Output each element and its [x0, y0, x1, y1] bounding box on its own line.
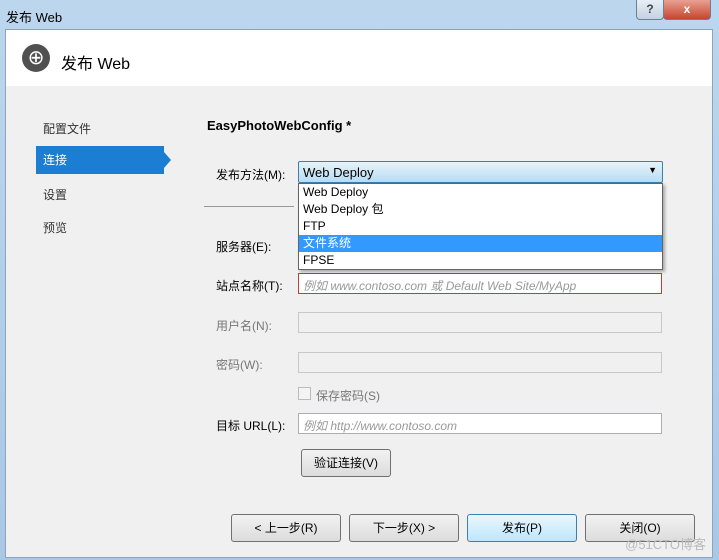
method-label: 发布方法(M): [216, 168, 286, 182]
chevron-down-icon: ▼ [648, 165, 657, 175]
username-label: 用户名(N): [216, 319, 272, 333]
next-button[interactable]: 下一步(X) > [349, 514, 459, 542]
divider [204, 206, 294, 207]
selected-method: Web Deploy [303, 165, 374, 180]
globe-publish-icon: ⊕ [22, 44, 50, 72]
site-name-input[interactable]: 例如 www.contoso.com 或 Default Web Site/My… [298, 273, 662, 294]
dialog-body: ⊕ 发布 Web 配置文件 连接 设置 预览 EasyPhotoWebConfi… [5, 29, 713, 558]
publish-method-select[interactable]: Web Deploy ▼ [298, 161, 663, 183]
nav-preview[interactable]: 预览 [36, 214, 164, 242]
server-label: 服务器(E): [216, 240, 272, 254]
watermark: @51CTO博客 [625, 537, 706, 552]
username-input[interactable] [298, 312, 662, 333]
publish-web-dialog: 发布 Web ? x ⊕ 发布 Web 配置文件 连接 设置 预览 EasyPh… [0, 0, 719, 560]
save-password-checkbox[interactable] [298, 387, 311, 400]
option-fpse[interactable]: FPSE [299, 252, 662, 269]
validate-connection-button[interactable]: 验证连接(V) [301, 449, 391, 477]
close-window-button[interactable]: x [663, 0, 711, 20]
option-web-deploy-package[interactable]: Web Deploy 包 [299, 201, 662, 218]
method-dropdown-list: Web Deploy Web Deploy 包 FTP 文件系统 FPSE [298, 183, 663, 270]
url-label: 目标 URL(L): [216, 419, 286, 433]
nav-connection[interactable]: 连接 [36, 146, 164, 174]
header: ⊕ 发布 Web [6, 30, 712, 86]
prev-button[interactable]: < 上一步(R) [231, 514, 341, 542]
active-nav-arrow [164, 152, 171, 168]
password-label: 密码(W): [216, 358, 263, 372]
window-title: 发布 Web [6, 10, 63, 25]
password-input[interactable] [298, 352, 662, 373]
profile-name: EasyPhotoWebConfig * [207, 118, 352, 133]
header-title: 发布 Web [61, 56, 131, 73]
help-button[interactable]: ? [636, 0, 664, 20]
save-password-label: 保存密码(S) [316, 389, 380, 403]
option-file-system[interactable]: 文件系统 [299, 235, 662, 252]
option-web-deploy[interactable]: Web Deploy [299, 184, 662, 201]
publish-button[interactable]: 发布(P) [467, 514, 577, 542]
nav-profile[interactable]: 配置文件 [36, 115, 164, 143]
site-label: 站点名称(T): [216, 279, 283, 293]
target-url-input[interactable]: 例如 http://www.contoso.com [298, 413, 662, 434]
nav-settings[interactable]: 设置 [36, 181, 164, 209]
option-ftp[interactable]: FTP [299, 218, 662, 235]
